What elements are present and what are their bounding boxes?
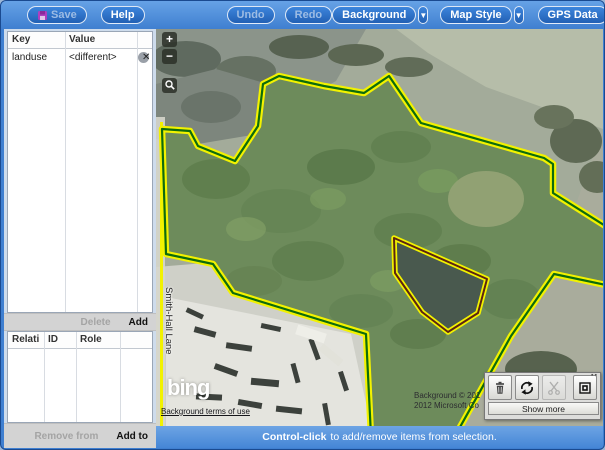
save-disk-icon bbox=[37, 10, 48, 21]
map-canvas[interactable]: + − Smith-Hall Lane bing Background term… bbox=[156, 29, 603, 426]
trash-icon bbox=[493, 381, 507, 395]
gps-data-label: GPS Data bbox=[548, 9, 598, 21]
aerial-imagery bbox=[156, 29, 603, 426]
top-toolbar: Save Help Undo Redo Background ▼ Map Sty… bbox=[1, 1, 605, 29]
value-column-header: Value bbox=[65, 32, 137, 48]
column-divider bbox=[44, 332, 45, 422]
gps-data-button[interactable]: GPS Data bbox=[538, 6, 605, 24]
reverse-direction-button[interactable] bbox=[515, 375, 539, 400]
redo-label: Redo bbox=[295, 9, 323, 21]
redo-button[interactable]: Redo bbox=[285, 6, 333, 24]
magnifier-icon bbox=[165, 80, 175, 90]
column-divider bbox=[76, 332, 77, 422]
column-divider bbox=[120, 332, 121, 422]
help-button[interactable]: Help bbox=[101, 6, 145, 24]
background-button[interactable]: Background bbox=[332, 6, 416, 24]
save-button[interactable]: Save bbox=[27, 6, 87, 24]
relations-table-header: Relati ID Role bbox=[8, 332, 152, 349]
map-style-label: Map Style bbox=[450, 9, 501, 21]
chevron-down-icon: ▼ bbox=[515, 11, 523, 20]
remove-tag-icon[interactable]: ✕ bbox=[138, 52, 149, 63]
status-text: to add/remove items from selection. bbox=[330, 431, 496, 443]
background-label: Background bbox=[342, 9, 406, 21]
chevron-down-icon: ▼ bbox=[419, 11, 427, 20]
add-tag-button[interactable]: Add bbox=[129, 317, 148, 328]
background-terms-link[interactable]: Background terms of use bbox=[161, 407, 250, 416]
zoom-in-button[interactable]: + bbox=[162, 32, 177, 47]
relation-column-header: Relati bbox=[8, 332, 44, 348]
scissors-icon bbox=[547, 381, 561, 395]
tag-key-cell[interactable]: landuse bbox=[8, 52, 65, 63]
tag-value-cell[interactable]: <different> bbox=[65, 52, 129, 63]
background-dropdown-arrow[interactable]: ▼ bbox=[418, 6, 428, 24]
map-style-dropdown-arrow[interactable]: ▼ bbox=[514, 6, 524, 24]
undo-label: Undo bbox=[237, 9, 265, 21]
undo-button[interactable]: Undo bbox=[227, 6, 275, 24]
status-bar: Control-click to add/remove items from s… bbox=[156, 426, 603, 448]
tags-table: Key Value landuse <different> ✕ bbox=[7, 31, 153, 313]
popup-drag-handle[interactable]: ▪▪ bbox=[591, 372, 598, 379]
square-in-square-icon bbox=[578, 381, 592, 395]
map-style-button[interactable]: Map Style bbox=[440, 6, 511, 24]
key-column-header: Key bbox=[8, 32, 65, 48]
potlatch-editor-window: Save Help Undo Redo Background ▼ Map Sty… bbox=[0, 0, 605, 450]
delete-way-button[interactable] bbox=[488, 375, 512, 400]
delete-tag-button[interactable]: Delete bbox=[81, 317, 111, 328]
reverse-arrows-icon bbox=[519, 380, 535, 396]
show-more-button[interactable]: Show more bbox=[488, 402, 599, 415]
remove-from-relation-button[interactable]: Remove from bbox=[34, 431, 98, 442]
help-label: Help bbox=[111, 9, 135, 21]
tag-editor-panel: Key Value landuse <different> ✕ Delete A… bbox=[4, 29, 156, 448]
column-divider bbox=[65, 32, 66, 312]
relation-actions-strip: Remove from Add to bbox=[4, 423, 156, 448]
copyright-line-1: Background © 201 bbox=[414, 391, 480, 401]
status-bold-text: Control-click bbox=[262, 431, 326, 443]
role-column-header: Role bbox=[76, 332, 120, 348]
map-zoom-controls: + − bbox=[162, 32, 177, 93]
split-way-button[interactable] bbox=[542, 375, 566, 400]
zoom-search-button[interactable] bbox=[162, 78, 177, 93]
relations-table: Relati ID Role bbox=[7, 331, 153, 423]
id-column-header: ID bbox=[44, 332, 76, 348]
copyright-notice: Background © 201 2012 Microsoft Co bbox=[414, 391, 480, 411]
zoom-out-button[interactable]: − bbox=[162, 49, 177, 64]
way-tools-row bbox=[488, 375, 597, 400]
bing-logo: bing bbox=[167, 375, 209, 401]
tags-table-header: Key Value bbox=[8, 32, 152, 49]
tag-actions-strip: Delete Add bbox=[4, 313, 156, 331]
tag-row: landuse <different> ✕ bbox=[8, 49, 152, 66]
save-label: Save bbox=[51, 9, 77, 21]
way-tools-popup: ▪▪ bbox=[484, 372, 601, 420]
column-divider bbox=[137, 32, 138, 312]
add-to-relation-button[interactable]: Add to bbox=[116, 431, 148, 442]
copyright-line-2: 2012 Microsoft Co bbox=[414, 401, 480, 411]
road-name-label: Smith-Hall Lane bbox=[163, 287, 174, 355]
